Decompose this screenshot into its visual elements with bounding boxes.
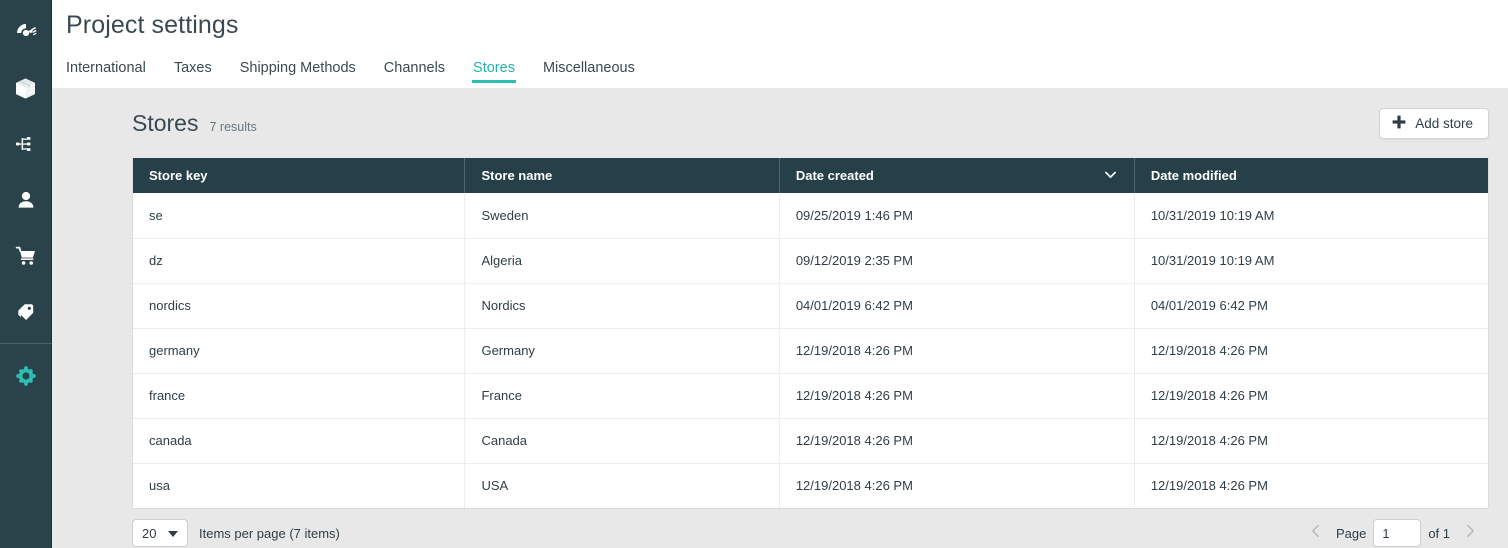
results-count: 7 results bbox=[209, 113, 256, 134]
cell-store-key: usa bbox=[133, 463, 465, 508]
tab-channels[interactable]: Channels bbox=[370, 61, 459, 84]
chevron-left-icon bbox=[1308, 523, 1324, 544]
sidebar-item-products[interactable] bbox=[0, 60, 52, 116]
column-label-store-name: Store name bbox=[481, 168, 552, 183]
cell-date-modified: 12/19/2018 4:26 PM bbox=[1134, 373, 1488, 418]
caret-down-icon bbox=[168, 531, 178, 537]
stores-table-container: Store key Store name Date created bbox=[132, 158, 1489, 509]
dashboard-icon bbox=[14, 20, 38, 44]
cell-store-name: Canada bbox=[465, 418, 779, 463]
cell-store-key: nordics bbox=[133, 283, 465, 328]
page-label: Page bbox=[1336, 526, 1366, 541]
column-label-store-key: Store key bbox=[149, 168, 208, 183]
add-store-button[interactable]: Add store bbox=[1379, 108, 1489, 139]
table-row[interactable]: nordics Nordics 04/01/2019 6:42 PM 04/01… bbox=[133, 283, 1488, 328]
cell-store-name: Germany bbox=[465, 328, 779, 373]
cell-date-created: 12/19/2018 4:26 PM bbox=[779, 418, 1134, 463]
items-per-page-label: Items per page (7 items) bbox=[199, 526, 340, 541]
settings-tabs: International Taxes Shipping Methods Cha… bbox=[66, 52, 1508, 83]
tab-international[interactable]: International bbox=[66, 61, 160, 84]
page-total-label: of 1 bbox=[1428, 526, 1450, 541]
tab-shipping-methods[interactable]: Shipping Methods bbox=[226, 61, 370, 84]
table-row[interactable]: se Sweden 09/25/2019 1:46 PM 10/31/2019 … bbox=[133, 193, 1488, 238]
cell-date-modified: 04/01/2019 6:42 PM bbox=[1134, 283, 1488, 328]
tab-stores[interactable]: Stores bbox=[459, 61, 529, 84]
content-area: Stores 7 results Add store bbox=[52, 88, 1508, 548]
column-label-date-modified: Date modified bbox=[1151, 168, 1237, 183]
chevron-right-icon bbox=[1462, 523, 1478, 544]
cell-date-modified: 12/19/2018 4:26 PM bbox=[1134, 418, 1488, 463]
table-head: Store key Store name Date created bbox=[133, 158, 1488, 193]
column-header-date-modified[interactable]: Date modified bbox=[1134, 158, 1488, 193]
cell-date-created: 04/01/2019 6:42 PM bbox=[779, 283, 1134, 328]
chevron-down-icon[interactable] bbox=[1103, 167, 1118, 185]
cell-store-name: France bbox=[465, 373, 779, 418]
cell-date-created: 12/19/2018 4:26 PM bbox=[779, 463, 1134, 508]
cell-store-name: Nordics bbox=[465, 283, 779, 328]
gear-icon bbox=[13, 363, 39, 389]
cell-date-created: 09/25/2019 1:46 PM bbox=[779, 193, 1134, 238]
plus-icon bbox=[1392, 115, 1406, 132]
table-header-row: Store key Store name Date created bbox=[133, 158, 1488, 193]
cell-date-modified: 12/19/2018 4:26 PM bbox=[1134, 328, 1488, 373]
products-icon bbox=[13, 76, 38, 101]
sidebar-item-discounts[interactable] bbox=[0, 284, 52, 340]
table-body: se Sweden 09/25/2019 1:46 PM 10/31/2019 … bbox=[133, 193, 1488, 508]
cell-store-name: Algeria bbox=[465, 238, 779, 283]
stores-header: Stores 7 results Add store bbox=[66, 88, 1489, 158]
sidebar-item-dashboard[interactable] bbox=[0, 4, 52, 60]
add-store-label: Add store bbox=[1415, 116, 1473, 131]
cell-store-key: dz bbox=[133, 238, 465, 283]
cell-date-modified: 10/31/2019 10:19 AM bbox=[1134, 193, 1488, 238]
table-footer: 20 Items per page (7 items) Page of bbox=[132, 509, 1489, 548]
stores-heading: Stores bbox=[132, 110, 198, 137]
cell-store-name: USA bbox=[465, 463, 779, 508]
table-row[interactable]: usa USA 12/19/2018 4:26 PM 12/19/2018 4:… bbox=[133, 463, 1488, 508]
column-header-date-created[interactable]: Date created bbox=[779, 158, 1134, 193]
next-page-button[interactable] bbox=[1457, 523, 1483, 544]
page-title: Project settings bbox=[66, 0, 1508, 40]
pagination: Page of 1 bbox=[1303, 519, 1489, 547]
app-root: Project settings International Taxes Shi… bbox=[0, 0, 1508, 548]
cell-date-created: 12/19/2018 4:26 PM bbox=[779, 373, 1134, 418]
items-per-page-select[interactable]: 20 bbox=[132, 519, 188, 547]
table-row[interactable]: france France 12/19/2018 4:26 PM 12/19/2… bbox=[133, 373, 1488, 418]
cell-date-modified: 12/19/2018 4:26 PM bbox=[1134, 463, 1488, 508]
tab-taxes[interactable]: Taxes bbox=[160, 61, 226, 84]
sidebar-item-settings[interactable] bbox=[0, 348, 52, 404]
sidebar-divider bbox=[0, 343, 52, 344]
discounts-icon bbox=[14, 300, 38, 324]
column-header-store-key[interactable]: Store key bbox=[133, 158, 465, 193]
sidebar-item-orders[interactable] bbox=[0, 228, 52, 284]
prev-page-button[interactable] bbox=[1303, 523, 1329, 544]
primary-sidebar bbox=[0, 0, 52, 548]
cell-date-created: 09/12/2019 2:35 PM bbox=[779, 238, 1134, 283]
column-header-store-name[interactable]: Store name bbox=[465, 158, 779, 193]
main-area: Project settings International Taxes Shi… bbox=[52, 0, 1508, 548]
tab-miscellaneous[interactable]: Miscellaneous bbox=[529, 61, 649, 84]
customers-icon bbox=[14, 188, 38, 212]
cell-date-modified: 10/31/2019 10:19 AM bbox=[1134, 238, 1488, 283]
cell-store-key: france bbox=[133, 373, 465, 418]
cell-date-created: 12/19/2018 4:26 PM bbox=[779, 328, 1134, 373]
cell-store-name: Sweden bbox=[465, 193, 779, 238]
items-per-page-value: 20 bbox=[142, 526, 156, 541]
stores-table: Store key Store name Date created bbox=[133, 158, 1488, 508]
table-row[interactable]: dz Algeria 09/12/2019 2:35 PM 10/31/2019… bbox=[133, 238, 1488, 283]
column-label-date-created: Date created bbox=[796, 168, 874, 183]
sidebar-item-categories[interactable] bbox=[0, 116, 52, 172]
page-number-input[interactable] bbox=[1373, 519, 1421, 547]
orders-icon bbox=[14, 244, 38, 268]
cell-store-key: se bbox=[133, 193, 465, 238]
categories-icon bbox=[14, 132, 38, 156]
cell-store-key: germany bbox=[133, 328, 465, 373]
page-header: Project settings International Taxes Shi… bbox=[52, 0, 1508, 88]
table-row[interactable]: germany Germany 12/19/2018 4:26 PM 12/19… bbox=[133, 328, 1488, 373]
cell-store-key: canada bbox=[133, 418, 465, 463]
sidebar-item-customers[interactable] bbox=[0, 172, 52, 228]
table-row[interactable]: canada Canada 12/19/2018 4:26 PM 12/19/2… bbox=[133, 418, 1488, 463]
